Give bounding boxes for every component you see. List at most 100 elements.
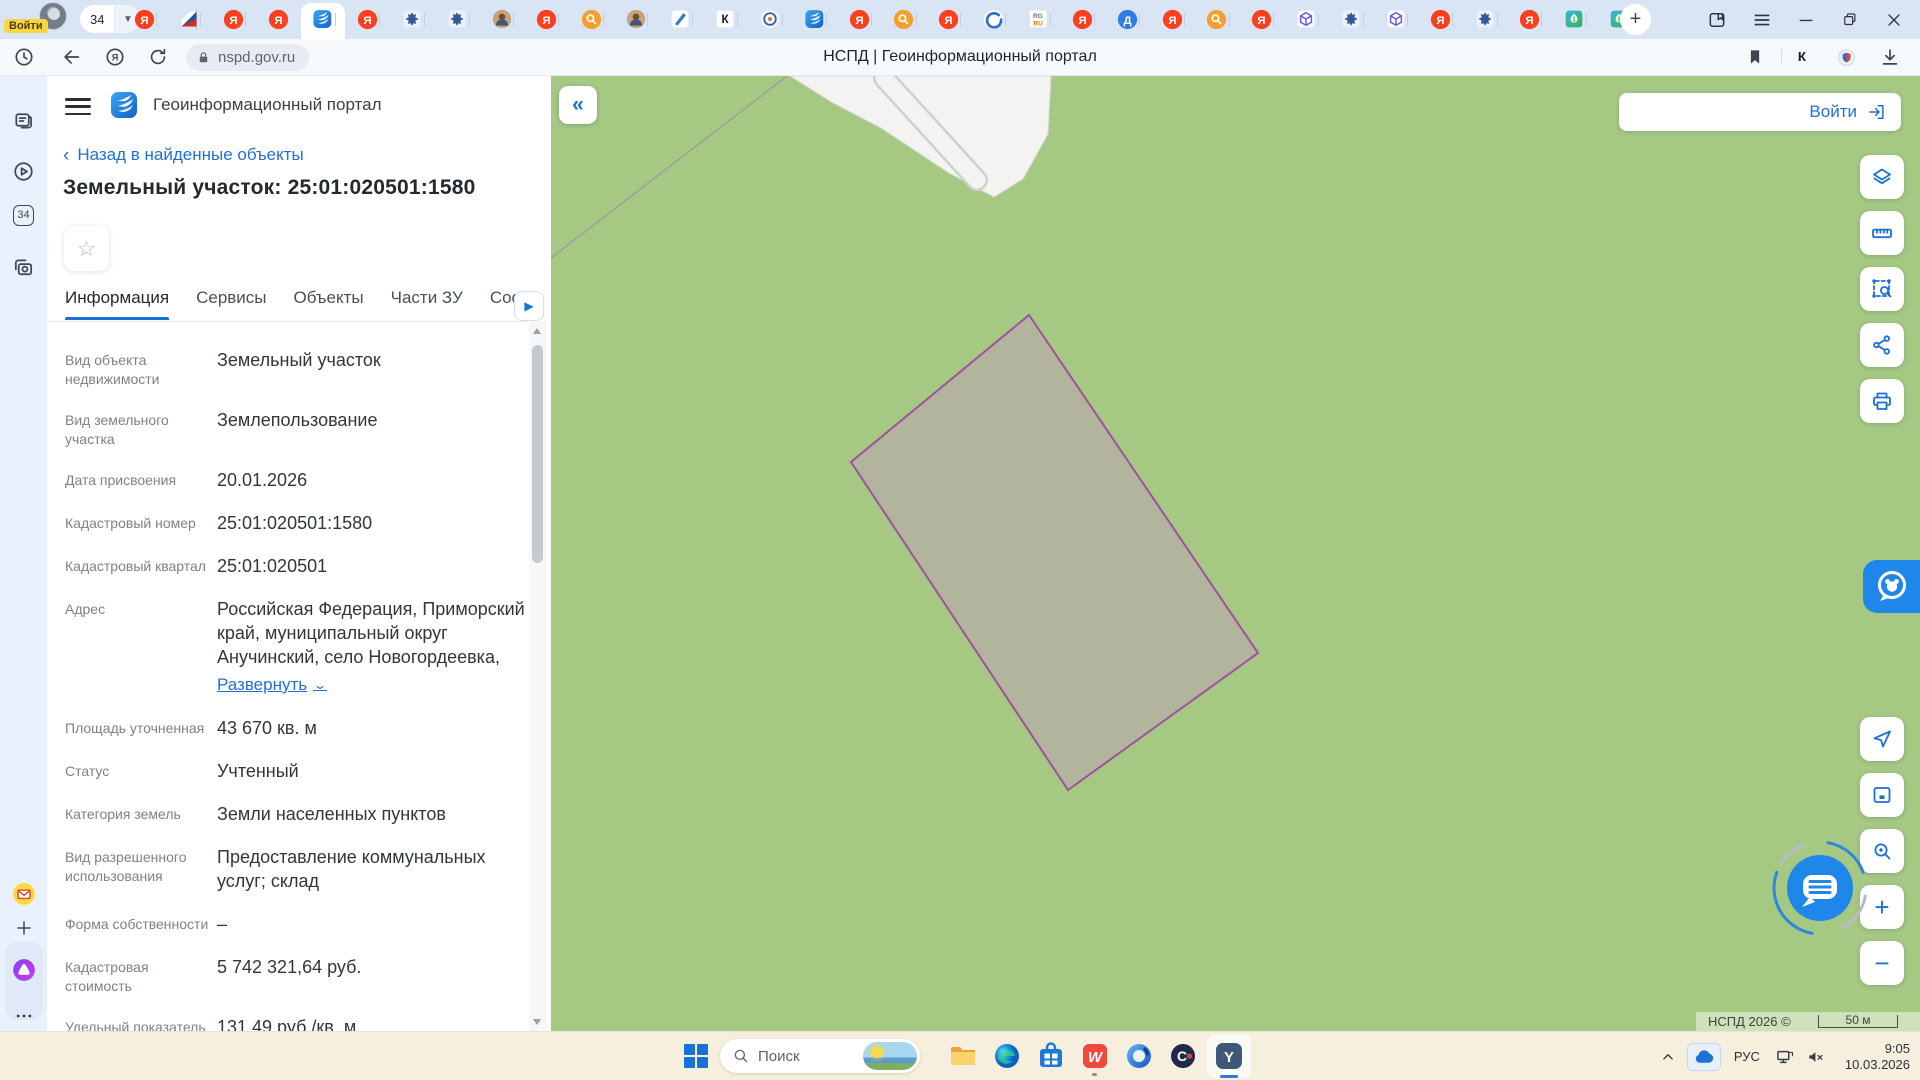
panel-view-button[interactable] [1860,773,1904,817]
wps-app-icon[interactable]: W [1075,1036,1115,1076]
share-button[interactable] [1860,323,1904,367]
bookmark-flag-icon[interactable] [1737,39,1773,75]
browser-tab-ya-icon[interactable]: Я [1429,8,1451,30]
explorer-app-icon[interactable] [943,1036,983,1076]
network-icon[interactable] [1769,1047,1801,1067]
more-dots-icon[interactable] [0,998,47,1034]
alice-icon[interactable] [0,952,47,988]
back-to-results-link[interactable]: ‹ Назад в найденные объекты [63,145,304,165]
browser-tab-flag-icon[interactable] [178,8,200,30]
browser-tab-ya-icon[interactable]: Я [848,8,870,30]
favorite-star-button[interactable]: ☆ [64,226,109,271]
browser-tab-ya-icon[interactable]: Я [133,8,155,30]
back-button[interactable] [54,39,90,75]
browser-tab-gerb-icon[interactable] [446,8,468,30]
mail-icon[interactable] [0,876,47,912]
browser-tab-nspd-icon[interactable] [312,8,334,30]
ruler-button[interactable] [1860,211,1904,255]
zoom-out-button[interactable]: − [1860,941,1904,985]
menu-icon[interactable] [1740,0,1784,39]
browser-tab-ya-icon[interactable]: Я [1251,8,1273,30]
language-indicator[interactable]: РУС [1734,1049,1760,1064]
map-login-button[interactable]: Войти [1619,93,1901,131]
start-button[interactable] [676,1036,716,1076]
browser-tab-rgru-icon[interactable]: RGRU [1027,8,1049,30]
browser-tab-avatar-icon[interactable] [491,8,513,30]
browser-tab-ya-icon[interactable]: Я [535,8,557,30]
browser-tab-nspd-icon[interactable] [804,8,826,30]
close-icon[interactable] [1872,0,1916,39]
browser-tab-ya-icon[interactable]: Я [222,8,244,30]
mascot-chat-tab[interactable] [1863,560,1920,613]
menu-hamburger-icon[interactable] [65,98,91,116]
orb-app-icon[interactable] [1119,1036,1159,1076]
layers-button[interactable] [1860,155,1904,199]
dict-app-icon[interactable]: С [1163,1036,1203,1076]
browser-tab-eco-icon[interactable] [1563,8,1585,30]
browser-tab-cube-icon[interactable] [1295,8,1317,30]
browser-tab-emblem-icon[interactable] [759,8,781,30]
weather-widget[interactable] [863,1042,917,1070]
profile-login-badge[interactable]: Войти [4,19,48,33]
browser-tab-ya-icon[interactable]: Я [267,8,289,30]
panel-scrollbar[interactable] [529,322,546,1031]
area-search-button[interactable] [1860,267,1904,311]
browser-tab-sber-icon[interactable] [982,8,1004,30]
screenshot-icon[interactable] [0,249,47,285]
browser-tab-loupe-icon[interactable] [580,8,602,30]
browser-tab-avatar-icon[interactable] [625,8,647,30]
minimize-icon[interactable] [1784,0,1828,39]
tab-сервисы[interactable]: Сервисы [196,288,266,320]
download-icon[interactable] [1872,39,1908,75]
tab-counter-pill[interactable]: 34 ▼ [80,5,140,33]
expand-address-link[interactable]: Развернуть⌄ [217,673,325,697]
tab-информация[interactable]: Информация [65,288,169,320]
tray-chevron-up-icon[interactable] [1653,1048,1683,1066]
locate-button[interactable] [1860,717,1904,761]
tabs-scroll-right-button[interactable]: ▶ [514,291,544,321]
tray-clock[interactable]: 9:05 10.03.2026 [1845,1041,1910,1073]
browser-tab-ya-icon[interactable]: Я [1519,8,1541,30]
media-play-icon[interactable] [0,153,47,189]
tab-части-зу[interactable]: Части ЗУ [391,288,463,320]
browser-tab-ya-icon[interactable]: Я [1161,8,1183,30]
notes-icon[interactable] [0,102,47,138]
browser-tab-gerb-icon[interactable] [1474,8,1496,30]
scrollbar-thumb[interactable] [532,345,543,563]
onedrive-cloud-icon[interactable] [1687,1043,1721,1071]
protect-shield-icon[interactable] [1828,39,1864,75]
edge-app-icon[interactable] [987,1036,1027,1076]
scroll-down-icon[interactable] [533,1019,541,1025]
browser-tab-drive-icon[interactable]: Д [1116,8,1138,30]
chat-widget-button[interactable] [1765,833,1875,943]
browser-tab-loupe-icon[interactable] [1206,8,1228,30]
store-app-icon[interactable] [1031,1036,1071,1076]
kinopoisk-icon[interactable]: К [1784,39,1820,75]
browser-tab-ya-icon[interactable]: Я [938,8,960,30]
restore-icon[interactable] [1828,0,1872,39]
add-icon[interactable] [0,910,47,946]
address-bar[interactable]: nspd.gov.ru [186,44,309,71]
taskbar-search[interactable]: Поиск [720,1039,920,1073]
new-tab-button[interactable]: + [1620,4,1651,35]
history-clock-icon[interactable] [6,39,42,75]
yandex-home-icon[interactable]: Я [97,39,133,75]
bookmark-panel-icon[interactable] [1695,0,1739,39]
reload-button[interactable] [140,39,176,75]
collapse-panel-button[interactable]: « [559,86,597,124]
browser-tab-gerb-icon[interactable] [401,8,423,30]
browser-tab-cube-icon[interactable] [1385,8,1407,30]
browser-tab-ya-icon[interactable]: Я [357,8,379,30]
yandex-app-icon[interactable]: Y [1207,1034,1251,1078]
volume-muted-icon[interactable] [1801,1047,1831,1067]
tab-counter-icon[interactable]: 34 [0,197,47,233]
browser-tab-ya-icon[interactable]: Я [1072,8,1094,30]
browser-tab-gerb-icon[interactable] [1340,8,1362,30]
print-button[interactable] [1860,379,1904,423]
browser-tab-pen-icon[interactable] [669,8,691,30]
map-canvas[interactable]: « Войти +− НСПД 2026 © [551,76,1920,1031]
browser-tab-loupe-icon[interactable] [893,8,915,30]
browser-tab-kp-icon[interactable]: К [714,8,736,30]
tab-объекты[interactable]: Объекты [294,288,364,320]
scroll-up-icon[interactable] [533,328,541,334]
